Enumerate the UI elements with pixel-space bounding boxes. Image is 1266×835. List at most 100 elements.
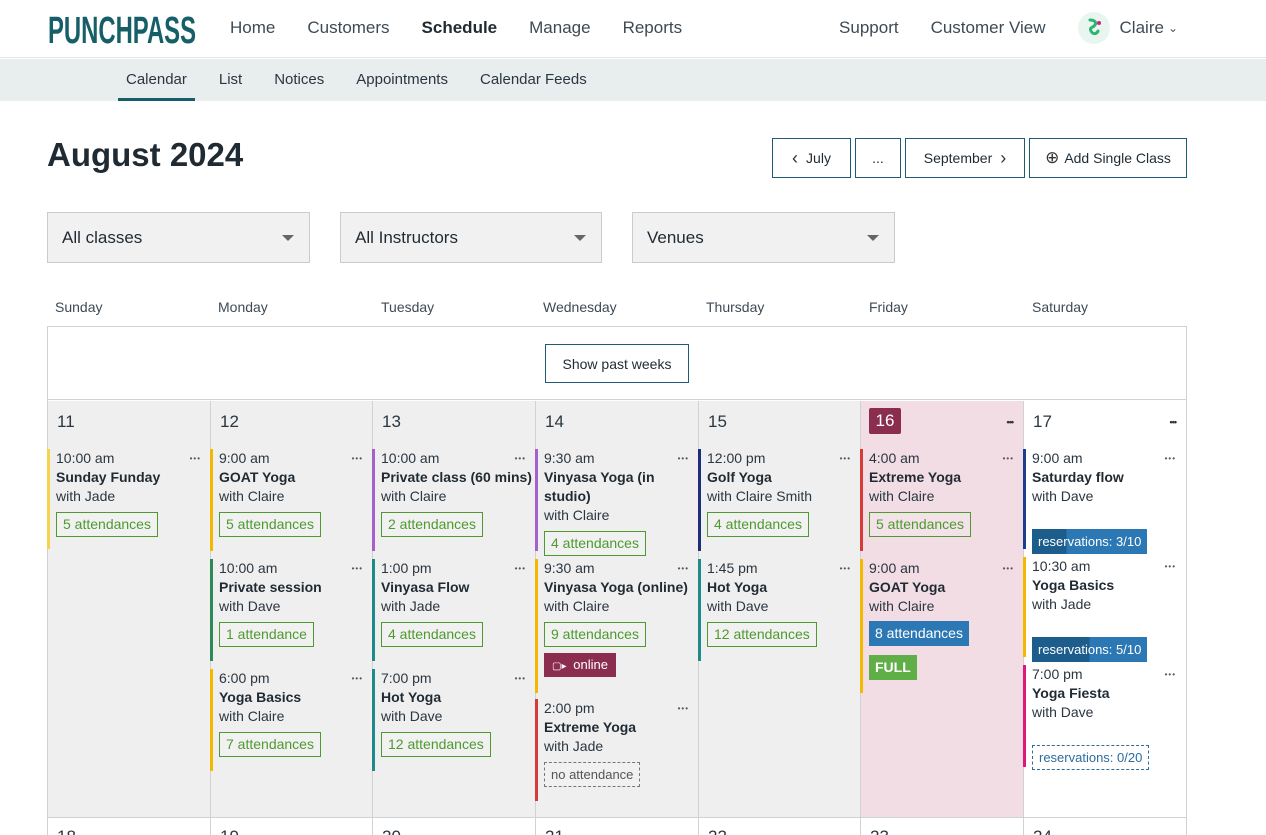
event-more-icon[interactable]: ••• xyxy=(515,454,526,463)
event-more-icon[interactable]: ••• xyxy=(352,674,363,683)
nav-customers[interactable]: Customers xyxy=(307,18,389,38)
event-card[interactable]: ••• 9:30 am Vinyasa Yoga (in studio) with C… xyxy=(535,449,699,556)
event-card[interactable]: ••• 4:00 am Extreme Yoga with Claire 5 atten… xyxy=(860,449,1024,551)
reservations-badge[interactable]: reservations: 3/10 xyxy=(1032,529,1148,554)
event-more-icon[interactable]: ••• xyxy=(515,674,526,683)
attendance-badge[interactable]: 7 attendances xyxy=(219,732,321,757)
attendance-badge[interactable]: 12 attendances xyxy=(381,732,491,757)
event-more-icon[interactable]: ••• xyxy=(352,564,363,573)
event-more-icon[interactable]: ••• xyxy=(190,454,201,463)
event-title[interactable]: Vinyasa Flow xyxy=(381,578,536,597)
nav-reports[interactable]: Reports xyxy=(623,18,683,38)
event-more-icon[interactable]: ••• xyxy=(678,454,689,463)
attendance-badge[interactable]: 9 attendances xyxy=(544,622,646,647)
attendance-badge[interactable]: 12 attendances xyxy=(707,622,817,647)
instructor-filter-select[interactable]: All Instructors xyxy=(340,212,602,263)
event-card[interactable]: ••• 9:30 am Vinyasa Yoga (online) with Clai… xyxy=(535,559,699,693)
event-title[interactable]: Private class (60 mins) xyxy=(381,468,536,487)
add-single-class-button[interactable]: ⊕ Add Single Class xyxy=(1029,138,1187,178)
day-cell[interactable]: 16 ••• ••• 4:00 am Extreme Yoga with Claire 5 … xyxy=(860,401,1024,817)
event-title[interactable]: Golf Yoga xyxy=(707,468,861,487)
event-title[interactable]: Yoga Fiesta xyxy=(1032,684,1186,703)
class-filter-select[interactable]: All classes xyxy=(47,212,310,263)
nav-manage[interactable]: Manage xyxy=(529,18,590,38)
event-more-icon[interactable]: ••• xyxy=(1165,454,1176,463)
event-more-icon[interactable]: ••• xyxy=(1003,564,1014,573)
attendance-badge[interactable]: no attendance xyxy=(544,762,641,787)
event-card[interactable]: ••• 7:00 pm Yoga Fiesta with Dave reservatio… xyxy=(1023,665,1186,770)
tab-list[interactable]: List xyxy=(211,59,250,101)
support-link[interactable]: Support xyxy=(839,18,899,38)
day-cell[interactable]: 17 ••• ••• 9:00 am Saturday flow with Dave res… xyxy=(1023,401,1186,817)
attendance-badge[interactable]: 4 attendances xyxy=(381,622,483,647)
event-title[interactable]: Private session xyxy=(219,578,373,597)
event-title[interactable]: Hot Yoga xyxy=(707,578,861,597)
event-more-icon[interactable]: ••• xyxy=(515,564,526,573)
next-month-button[interactable]: September › xyxy=(905,138,1025,178)
month-picker-button[interactable]: ... xyxy=(855,138,901,178)
event-title[interactable]: Vinyasa Yoga (in studio) xyxy=(544,468,699,506)
venue-filter-select[interactable]: Venues xyxy=(632,212,895,263)
event-card[interactable]: ••• 2:00 pm Extreme Yoga with Jade no attend… xyxy=(535,699,699,801)
avatar[interactable] xyxy=(1077,12,1110,44)
event-card[interactable]: ••• 7:00 pm Hot Yoga with Dave 12 attendance… xyxy=(372,669,536,771)
event-card[interactable]: ••• 10:00 am Private session with Dave 1 att… xyxy=(210,559,373,661)
event-card[interactable]: ••• 1:00 pm Vinyasa Flow with Jade 4 attenda… xyxy=(372,559,536,661)
attendance-badge[interactable]: 1 attendance xyxy=(219,622,314,647)
punchpass-logo[interactable]: PUNCHPASS xyxy=(48,10,196,48)
reservations-badge[interactable]: reservations: 0/20 xyxy=(1032,745,1150,770)
event-card[interactable]: ••• 1:45 pm Hot Yoga with Dave 12 attendance… xyxy=(698,559,861,661)
tab-appointments[interactable]: Appointments xyxy=(348,59,456,101)
show-past-weeks-button[interactable]: Show past weeks xyxy=(545,344,689,383)
nav-home[interactable]: Home xyxy=(230,18,275,38)
attendance-badge[interactable]: 5 attendances xyxy=(869,512,971,537)
chevron-down-icon[interactable]: ⌄ xyxy=(1168,21,1178,35)
event-title[interactable]: Extreme Yoga xyxy=(869,468,1024,487)
event-card[interactable]: ••• 9:00 am GOAT Yoga with Claire 5 attendan… xyxy=(210,449,373,551)
day-cell[interactable]: 11 ••• 10:00 am Sunday Funday with Jade 5 att… xyxy=(47,401,211,817)
event-card[interactable]: ••• 6:00 pm Yoga Basics with Claire 7 attend… xyxy=(210,669,373,771)
event-title[interactable]: GOAT Yoga xyxy=(219,468,373,487)
event-more-icon[interactable]: ••• xyxy=(1003,454,1014,463)
attendance-badge[interactable]: 5 attendances xyxy=(219,512,321,537)
tab-notices[interactable]: Notices xyxy=(266,59,332,101)
event-title[interactable]: Hot Yoga xyxy=(381,688,536,707)
attendance-badge[interactable]: 4 attendances xyxy=(707,512,809,537)
event-card[interactable]: ••• 10:30 am Yoga Basics with Jade reservati… xyxy=(1023,557,1186,662)
more-options-icon[interactable]: ••• xyxy=(1170,417,1178,427)
event-more-icon[interactable]: ••• xyxy=(1165,670,1176,679)
user-name[interactable]: Claire xyxy=(1120,18,1164,38)
prev-month-button[interactable]: ‹ July xyxy=(772,138,851,178)
event-card[interactable]: ••• 9:00 am Saturday flow with Dave reservat… xyxy=(1023,449,1186,554)
event-more-icon[interactable]: ••• xyxy=(840,564,851,573)
event-card[interactable]: ••• 12:00 pm Golf Yoga with Claire Smith 4 a… xyxy=(698,449,861,551)
event-title[interactable]: Yoga Basics xyxy=(1032,576,1186,595)
event-title[interactable]: Yoga Basics xyxy=(219,688,373,707)
day-cell[interactable]: 14 ••• 9:30 am Vinyasa Yoga (in studio) with… xyxy=(535,401,699,817)
tab-calendar-feeds[interactable]: Calendar Feeds xyxy=(472,59,595,101)
event-title[interactable]: Vinyasa Yoga (online) xyxy=(544,578,699,597)
attendance-badge[interactable]: 8 attendances xyxy=(869,621,969,646)
event-more-icon[interactable]: ••• xyxy=(840,454,851,463)
event-more-icon[interactable]: ••• xyxy=(352,454,363,463)
event-card[interactable]: ••• 9:00 am GOAT Yoga with Claire 8 attendan… xyxy=(860,559,1024,693)
nav-schedule[interactable]: Schedule xyxy=(422,18,498,38)
attendance-badge[interactable]: 2 attendances xyxy=(381,512,483,537)
reservations-badge[interactable]: reservations: 5/10 xyxy=(1032,637,1148,662)
day-cell[interactable]: 12 ••• 9:00 am GOAT Yoga with Claire 5 attend… xyxy=(210,401,373,817)
event-more-icon[interactable]: ••• xyxy=(1165,562,1176,571)
event-card[interactable]: ••• 10:00 am Private class (60 mins) with C… xyxy=(372,449,536,551)
more-options-icon[interactable]: ••• xyxy=(1007,417,1015,427)
event-title[interactable]: Saturday flow xyxy=(1032,468,1186,487)
day-cell[interactable]: 13 ••• 10:00 am Private class (60 mins) with… xyxy=(372,401,536,817)
event-title[interactable]: Extreme Yoga xyxy=(544,718,699,737)
attendance-badge[interactable]: 5 attendances xyxy=(56,512,158,537)
event-title[interactable]: Sunday Funday xyxy=(56,468,211,487)
event-card[interactable]: ••• 10:00 am Sunday Funday with Jade 5 atten… xyxy=(47,449,211,549)
event-more-icon[interactable]: ••• xyxy=(678,564,689,573)
event-title[interactable]: GOAT Yoga xyxy=(869,578,1024,597)
event-more-icon[interactable]: ••• xyxy=(678,704,689,713)
tab-calendar[interactable]: Calendar xyxy=(118,59,195,101)
day-cell[interactable]: 15 ••• 12:00 pm Golf Yoga with Claire Smith 4… xyxy=(698,401,861,817)
attendance-badge[interactable]: 4 attendances xyxy=(544,531,646,556)
